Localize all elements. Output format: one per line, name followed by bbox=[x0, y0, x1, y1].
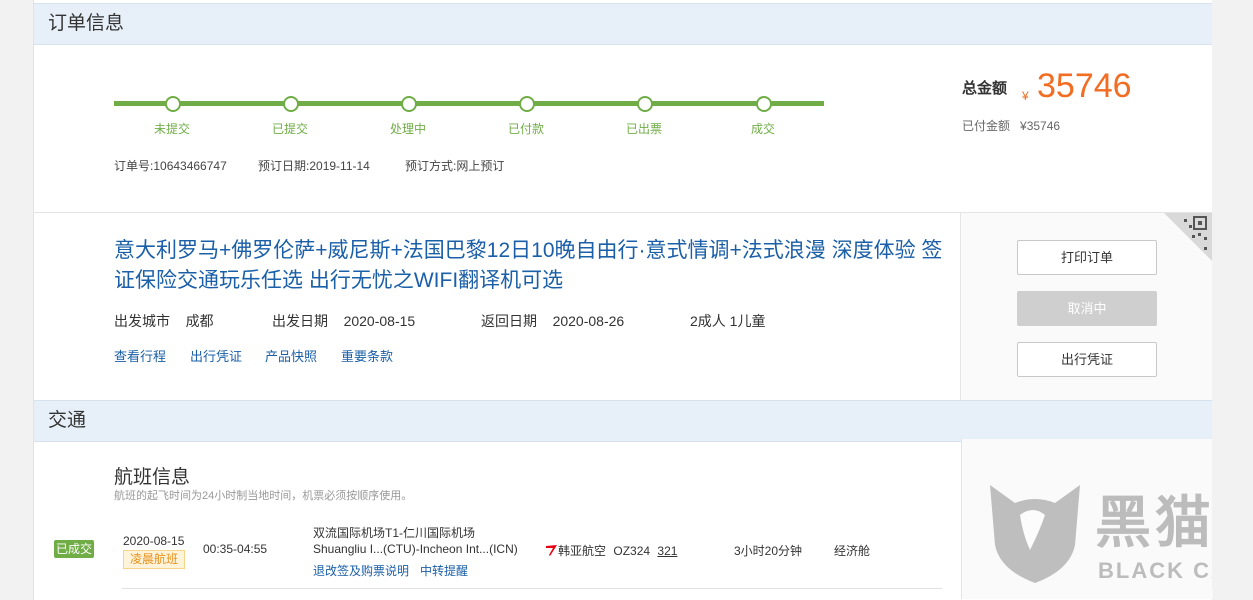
order-method-value: 网上预订 bbox=[456, 159, 505, 173]
flight-time: 00:35-04:55 bbox=[203, 542, 268, 556]
depart-city: 出发城市 成都 bbox=[114, 311, 214, 331]
product-snapshot-link[interactable]: 产品快照 bbox=[265, 346, 317, 365]
flight-note: 航班的起飞时间为24小时制当地时间，机票必须按顺序使用。 bbox=[114, 490, 413, 502]
cabin-class: 经济舱 bbox=[834, 544, 871, 558]
divider bbox=[122, 588, 942, 589]
divider bbox=[960, 213, 961, 403]
view-itinerary-link[interactable]: 查看行程 bbox=[114, 346, 166, 365]
airline: 韩亚航空 OZ324 321 bbox=[544, 542, 677, 560]
total-label: 总金额 bbox=[962, 80, 1008, 97]
progress-step-label: 已提交 bbox=[271, 122, 308, 136]
travelers-count: 2成人 1儿童 bbox=[690, 313, 766, 329]
order-date: 预订日期:2019-11-14 bbox=[258, 157, 370, 174]
depart-city-value: 成都 bbox=[185, 313, 214, 329]
airline-name: 韩亚航空 bbox=[558, 544, 607, 558]
print-order-button[interactable]: 打印订单 bbox=[1017, 240, 1157, 275]
cancel-button[interactable]: 取消中 bbox=[1017, 291, 1157, 326]
progress-step-label: 成交 bbox=[750, 122, 775, 136]
flight-heading: 航班信息 bbox=[114, 467, 191, 488]
travel-voucher-link[interactable]: 出行凭证 bbox=[190, 346, 242, 365]
progress-track bbox=[114, 101, 824, 106]
airline-logo-icon bbox=[544, 544, 558, 560]
progress-node bbox=[756, 96, 772, 112]
progress-step-label: 未提交 bbox=[153, 122, 190, 136]
important-terms-link[interactable]: 重要条款 bbox=[341, 346, 393, 365]
progress-node bbox=[519, 96, 535, 112]
route-cn: 双流国际机场T1-仁川国际机场 bbox=[313, 526, 476, 540]
order-date-value: 2019-11-14 bbox=[309, 159, 370, 173]
progress-step-label: 已出票 bbox=[625, 122, 662, 136]
watermark-cn: 黑猫 bbox=[1095, 491, 1215, 554]
progress-node bbox=[283, 96, 299, 112]
paid-amount: 已付金额 ¥35746 bbox=[962, 117, 1060, 134]
order-method: 预订方式:网上预订 bbox=[405, 157, 504, 174]
progress-step-label: 处理中 bbox=[389, 122, 426, 136]
progress-step-label: 已付款 bbox=[507, 122, 544, 136]
paid-value: ¥35746 bbox=[1020, 119, 1061, 133]
progress-node bbox=[165, 96, 181, 112]
order-section-title: 订单信息 bbox=[34, 3, 1212, 45]
flight-duration: 3小时20分钟 bbox=[734, 544, 803, 558]
depart-city-label: 出发城市 bbox=[114, 313, 170, 329]
order-method-label: 预订方式: bbox=[405, 159, 457, 173]
return-date-label: 返回日期 bbox=[481, 313, 537, 329]
depart-date-value: 2020-08-15 bbox=[343, 313, 416, 329]
depart-date-label: 出发日期 bbox=[272, 313, 328, 329]
route-en: Shuangliu I...(CTU)-Incheon Int...(ICN) bbox=[313, 542, 518, 556]
transport-section-title: 交通 bbox=[34, 400, 1212, 442]
page-gutter bbox=[1212, 0, 1253, 590]
return-date-value: 2020-08-26 bbox=[552, 313, 625, 329]
paid-label: 已付金额 bbox=[962, 119, 1011, 133]
status-badge: 已成交 bbox=[54, 540, 94, 558]
black-cat-logo-icon bbox=[985, 475, 1085, 585]
aircraft-type[interactable]: 321 bbox=[657, 544, 677, 558]
voucher-button[interactable]: 出行凭证 bbox=[1017, 342, 1157, 377]
refund-change-link[interactable]: 退改签及购票说明 bbox=[313, 562, 409, 579]
order-date-label: 预订日期: bbox=[258, 159, 310, 173]
transfer-reminder-link[interactable]: 中转提醒 bbox=[420, 562, 468, 579]
progress-node bbox=[401, 96, 417, 112]
order-number-label: 订单号: bbox=[114, 159, 154, 173]
return-date: 返回日期 2020-08-26 bbox=[481, 311, 624, 331]
progress-node bbox=[637, 96, 653, 112]
order-number: 订单号:10643466747 bbox=[114, 157, 227, 174]
total-amount: 35746 bbox=[1037, 67, 1132, 105]
depart-date: 出发日期 2020-08-15 bbox=[272, 311, 415, 331]
order-number-value: 10643466747 bbox=[153, 159, 227, 173]
flight-date: 2020-08-15 bbox=[123, 534, 185, 548]
flight-number: OZ324 bbox=[613, 544, 651, 558]
red-eye-flight-badge: 凌晨航班 bbox=[123, 550, 185, 569]
qr-code-icon[interactable] bbox=[1164, 213, 1212, 261]
product-title[interactable]: 意大利罗马+佛罗伦萨+威尼斯+法国巴黎12日10晚自由行·意式情调+法式浪漫 深… bbox=[114, 236, 944, 296]
currency-symbol: ¥ bbox=[1022, 89, 1029, 103]
